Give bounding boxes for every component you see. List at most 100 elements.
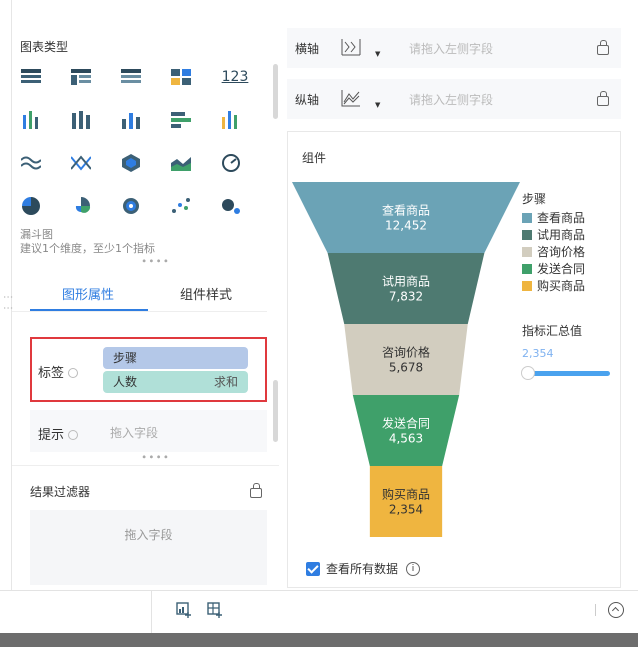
x-axis-type-icon[interactable] <box>339 37 363 57</box>
sunburst-chart-icon[interactable] <box>120 195 142 217</box>
column-chart-icon[interactable] <box>220 109 242 131</box>
field-pill-count[interactable]: 人数 求和 <box>103 371 248 393</box>
settings-gear-icon[interactable] <box>68 368 79 378</box>
chart-type-grid: 123 <box>20 66 268 238</box>
gauge-chart-icon[interactable] <box>220 152 242 174</box>
y-axis-type-icon[interactable] <box>339 88 363 108</box>
funnel-stage-label: 咨询价格 <box>382 345 430 360</box>
legend-swatch <box>522 230 532 240</box>
crosstab-chart-icon[interactable] <box>70 66 92 88</box>
section-resize-handle[interactable]: ∙∙∙∙ <box>141 256 170 267</box>
kpi-chart-icon[interactable]: 123 <box>220 66 250 88</box>
table-chart-icon[interactable] <box>20 66 42 88</box>
left-collapse-strip[interactable]: ⋮⋮ <box>0 0 13 590</box>
field-pill-step-text: 步骤 <box>113 351 138 365</box>
line-chart-icon[interactable] <box>20 152 42 174</box>
legend-swatch <box>522 213 532 223</box>
chevron-down-icon[interactable]: ▼ <box>375 101 380 109</box>
legend-label: 试用商品 <box>537 228 586 242</box>
legend-title: 步骤 <box>522 192 547 206</box>
bubble-chart-icon[interactable] <box>220 195 242 217</box>
lock-icon[interactable] <box>597 91 609 106</box>
filter-drop-placeholder: 拖入字段 <box>124 528 173 542</box>
detail-table-icon[interactable] <box>120 66 142 88</box>
label-row-text: 标签 <box>38 366 65 381</box>
funnel-stage-label: 购买商品 <box>382 487 430 502</box>
funnel-chart-hint: 建议1个维度，至少1个指标 <box>20 242 155 255</box>
metric-summary-title: 指标汇总值 <box>522 324 583 338</box>
x-axis-label: 横轴 <box>295 42 320 56</box>
area-chart-icon[interactable] <box>170 152 192 174</box>
y-axis-label: 纵轴 <box>295 93 320 107</box>
legend-label: 购买商品 <box>537 279 586 293</box>
lock-icon[interactable] <box>597 40 609 55</box>
legend-item[interactable]: 查看商品 <box>522 209 585 226</box>
funnel-stage-4[interactable] <box>369 466 443 537</box>
funnel-stage-label: 查看商品 <box>382 203 430 218</box>
section-resize-handle[interactable]: ∙∙∙∙ <box>141 452 170 463</box>
legend-label: 查看商品 <box>537 211 586 225</box>
bottom-toolbar <box>0 590 638 634</box>
show-all-data-label: 查看所有数据 <box>326 562 399 576</box>
x-axis-drop-row[interactable]: 横轴 ▼ 请拖入左侧字段 <box>287 28 621 68</box>
component-card: 组件 查看商品 12,452 试用商品 7,832 咨询价格 5,678 发送合同 4,563… <box>287 131 621 588</box>
show-all-data-option[interactable]: 查看所有数据 i <box>306 560 421 577</box>
bottom-sheet-tab[interactable] <box>0 591 152 634</box>
metric-slider-handle[interactable] <box>521 366 535 380</box>
rose-chart-icon[interactable] <box>70 195 92 217</box>
radar-line-icon[interactable] <box>70 152 92 174</box>
y-axis-placeholder: 请拖入左侧字段 <box>409 93 494 107</box>
legend-item[interactable]: 试用商品 <box>522 226 585 243</box>
funnel-stage-2[interactable] <box>344 324 468 395</box>
legend-item[interactable]: 咨询价格 <box>522 243 585 260</box>
radar-chart-icon[interactable] <box>120 152 142 174</box>
funnel-stage-3[interactable] <box>352 395 460 466</box>
tooltip-field-row[interactable]: 提示 拖入字段 <box>30 410 267 452</box>
add-table-icon[interactable] <box>207 602 223 618</box>
funnel-stage-value: 12,452 <box>385 219 427 233</box>
grouped-table-icon[interactable] <box>170 66 192 88</box>
funnel-stage-value: 2,354 <box>389 503 423 517</box>
add-chart-icon[interactable] <box>176 602 192 618</box>
lock-icon[interactable] <box>250 483 262 498</box>
filter-drop-zone[interactable]: 拖入字段 <box>30 510 267 585</box>
legend-item[interactable]: 购买商品 <box>522 277 585 294</box>
property-scrollbar[interactable] <box>273 380 278 442</box>
pie-chart-icon[interactable] <box>20 195 42 217</box>
funnel-stage-value: 7,832 <box>389 290 423 304</box>
info-icon[interactable]: i <box>406 561 421 576</box>
tooltip-drop-placeholder: 拖入字段 <box>110 426 159 440</box>
window-bottom-bar <box>0 633 638 647</box>
scatter-chart-icon[interactable] <box>170 195 192 217</box>
field-pill-step[interactable]: 步骤 <box>103 347 248 369</box>
collapse-icon[interactable] <box>608 602 624 618</box>
funnel-stage-label: 发送合同 <box>382 416 430 431</box>
y-axis-drop-row[interactable]: 纵轴 ▼ 请拖入左侧字段 <box>287 79 621 119</box>
tooltip-row-text: 提示 <box>38 428 65 443</box>
legend-swatch <box>522 281 532 291</box>
tab-component-style[interactable]: 组件样式 <box>180 284 232 303</box>
horizontal-bar-icon[interactable] <box>170 109 192 131</box>
chevron-down-icon[interactable]: ▼ <box>375 50 380 58</box>
metric-slider-track[interactable] <box>528 371 610 376</box>
result-filter-title: 结果过滤器 <box>30 485 91 499</box>
funnel-stage-value: 4,563 <box>389 432 423 446</box>
tab-graphic-properties[interactable]: 图形属性 <box>62 284 114 303</box>
stacked-bar-icon[interactable] <box>70 109 92 131</box>
chart-type-scrollbar[interactable] <box>273 64 278 119</box>
funnel-chart: 查看商品12,452 试用商品7,832 咨询价格5,678 发送合同4,563 购买商… <box>292 182 520 537</box>
settings-gear-icon[interactable] <box>68 430 79 440</box>
show-all-data-checkbox[interactable] <box>306 561 320 576</box>
metric-summary-value: 2,354 <box>522 347 554 360</box>
scatter-bar-icon[interactable] <box>20 109 42 131</box>
section-divider <box>12 465 279 466</box>
bar-chart-icon[interactable] <box>120 109 142 131</box>
chart-editor: ⋮⋮ 图表类型 123 漏斗图 建议1个维度，至少1个指标 ∙∙∙∙ 图形属性 … <box>0 0 638 647</box>
legend-item[interactable]: 发送合同 <box>522 260 585 277</box>
legend-label: 咨询价格 <box>537 245 586 259</box>
aggregation-sum[interactable]: 求和 <box>214 371 238 393</box>
funnel-stage-value: 5,678 <box>389 361 423 375</box>
funnel-stage-1[interactable] <box>327 253 485 324</box>
funnel-stage-0[interactable] <box>292 182 520 253</box>
toolbar-divider <box>595 604 596 616</box>
